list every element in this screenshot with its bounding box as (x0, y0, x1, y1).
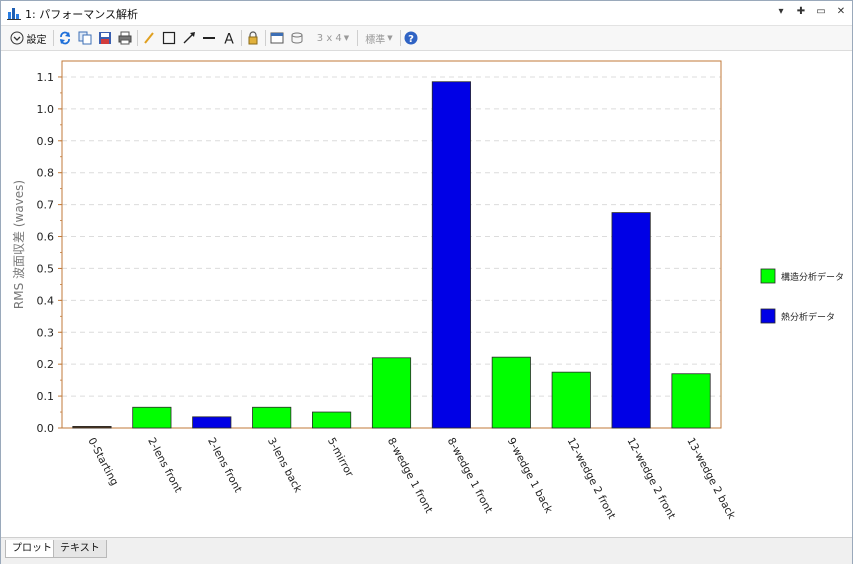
lock-button[interactable] (245, 29, 261, 47)
tab-strip: プロット テキスト (1, 537, 852, 564)
print-button[interactable] (117, 29, 133, 47)
window-controls: ▾ ✚ ▭ ✕ (776, 4, 846, 20)
bar (371, 357, 412, 429)
bar-chart: 0.0 0.1 0.2 0.3 0.4 0.5 0.6 0.7 0.8 0.9 1.0 1.1 0-St… (12, 60, 844, 522)
lock-icon (246, 31, 260, 45)
bar (252, 406, 292, 429)
window-layout-button[interactable] (269, 29, 285, 47)
legend-swatch (760, 308, 776, 324)
layers-icon (290, 31, 304, 45)
settings-button[interactable]: 設定 (7, 29, 49, 47)
rectangle-tool-button[interactable] (161, 29, 177, 47)
y-tick-label: 0.5 (37, 262, 55, 275)
x-tick-label: 13-wedge 2 back (684, 436, 737, 522)
legend-swatch (760, 268, 776, 284)
window-icon (270, 31, 284, 45)
layers-button[interactable] (289, 29, 305, 47)
toolbar-separator (357, 30, 358, 46)
bar (192, 416, 232, 429)
y-tick-label: 0.4 (37, 294, 55, 307)
x-tick-label: 5-mirror (325, 436, 356, 480)
save-icon (98, 31, 112, 45)
x-tick-label: 8-wedge 1 front (385, 436, 435, 515)
toolbar-separator (137, 30, 138, 46)
chevron-down-icon: ▼ (387, 34, 393, 42)
rectangle-icon (162, 31, 176, 45)
pencil-tool-button[interactable] (141, 29, 157, 47)
y-tick-label: 0.8 (37, 167, 55, 180)
line-icon (202, 31, 216, 45)
text-icon: A (222, 31, 236, 46)
y-tick-label: 1.1 (37, 71, 55, 84)
legend-label: 熱分析データ (781, 311, 835, 323)
y-tick-label: 0.3 (37, 326, 55, 339)
help-icon: ? (404, 31, 418, 45)
x-tick-label: 12-wedge 2 front (624, 436, 677, 521)
title-bar[interactable]: 1: パフォーマンス解析 ▾ ✚ ▭ ✕ (1, 1, 852, 26)
toolbar-separator (53, 30, 54, 46)
copy-icon (78, 31, 92, 45)
layout-label: 3 x 4 (316, 32, 342, 44)
standard-label: 標準 (365, 34, 386, 46)
refresh-icon (58, 31, 72, 45)
bar-chart-icon (7, 6, 21, 20)
y-tick-label: 1.0 (37, 103, 55, 116)
bar (491, 356, 531, 429)
standard-selector[interactable]: 標準 ▼ (361, 29, 397, 47)
toolbar-separator (400, 30, 401, 46)
bar (671, 373, 711, 429)
y-tick-label: 0.7 (37, 199, 55, 212)
y-tick-label: 0.0 (37, 422, 55, 435)
x-tick-label: 9-wedge 1 back (505, 436, 555, 516)
x-tick-label: 2-lens front (145, 436, 184, 495)
legend-label: 構造分析データ (781, 271, 844, 283)
y-tick-label: 0.1 (37, 390, 55, 403)
tab-text[interactable]: テキスト (53, 540, 107, 558)
layout-selector[interactable]: 3 x 4 ▼ (313, 29, 353, 47)
close-icon[interactable]: ✕ (836, 4, 846, 20)
chevron-down-circle-icon (10, 31, 24, 45)
pencil-icon (142, 31, 156, 45)
toolbar-separator (241, 30, 242, 46)
svg-text:?: ? (408, 34, 414, 45)
bar (132, 406, 172, 429)
plot-area: 0.0 0.1 0.2 0.3 0.4 0.5 0.6 0.7 0.8 0.9 1.0 1.1 0-St… (1, 51, 852, 536)
copy-button[interactable] (77, 29, 93, 47)
bar (551, 371, 591, 429)
tab-plot[interactable]: プロット (5, 540, 59, 558)
bar (72, 426, 112, 429)
save-button[interactable] (97, 29, 113, 47)
svg-text:A: A (224, 32, 234, 46)
help-button[interactable]: ? (403, 29, 419, 47)
settings-label: 設定 (26, 34, 47, 46)
y-tick-label: 0.9 (37, 135, 55, 148)
line-tool-button[interactable] (201, 29, 217, 47)
toolbar: 設定 A 3 x 4 ▼ 標準 ▼ ? (1, 26, 852, 51)
maximize-icon[interactable]: ▭ (816, 4, 826, 20)
chevron-down-icon: ▼ (343, 34, 350, 42)
bar (611, 212, 651, 429)
x-tick-label: 0-Starting (85, 436, 120, 488)
bar (431, 81, 471, 429)
x-tick-label: 2-lens front (205, 436, 244, 495)
x-tick-label: 12-wedge 2 front (565, 436, 618, 521)
pin-icon[interactable]: ✚ (796, 4, 806, 20)
refresh-button[interactable] (57, 29, 73, 47)
analysis-window: 1: パフォーマンス解析 ▾ ✚ ▭ ✕ 設定 A 3 x 4 ▼ 標準 ▼ ?… (0, 0, 853, 564)
x-tick-label: 3-lens back (265, 436, 304, 496)
dropdown-menu-icon[interactable]: ▾ (776, 4, 786, 20)
bar (312, 411, 352, 429)
arrow-tool-button[interactable] (181, 29, 197, 47)
x-tick-label: 8-wedge 1 front (445, 436, 495, 515)
text-tool-button[interactable]: A (221, 29, 237, 47)
y-tick-label: 0.2 (37, 358, 55, 371)
window-title: 1: パフォーマンス解析 (25, 8, 138, 21)
printer-icon (118, 31, 132, 45)
y-tick-label: 0.6 (37, 231, 55, 244)
y-axis-label: RMS 波面収差 (waves) (12, 180, 26, 309)
toolbar-separator (265, 30, 266, 46)
arrow-icon (182, 31, 196, 45)
